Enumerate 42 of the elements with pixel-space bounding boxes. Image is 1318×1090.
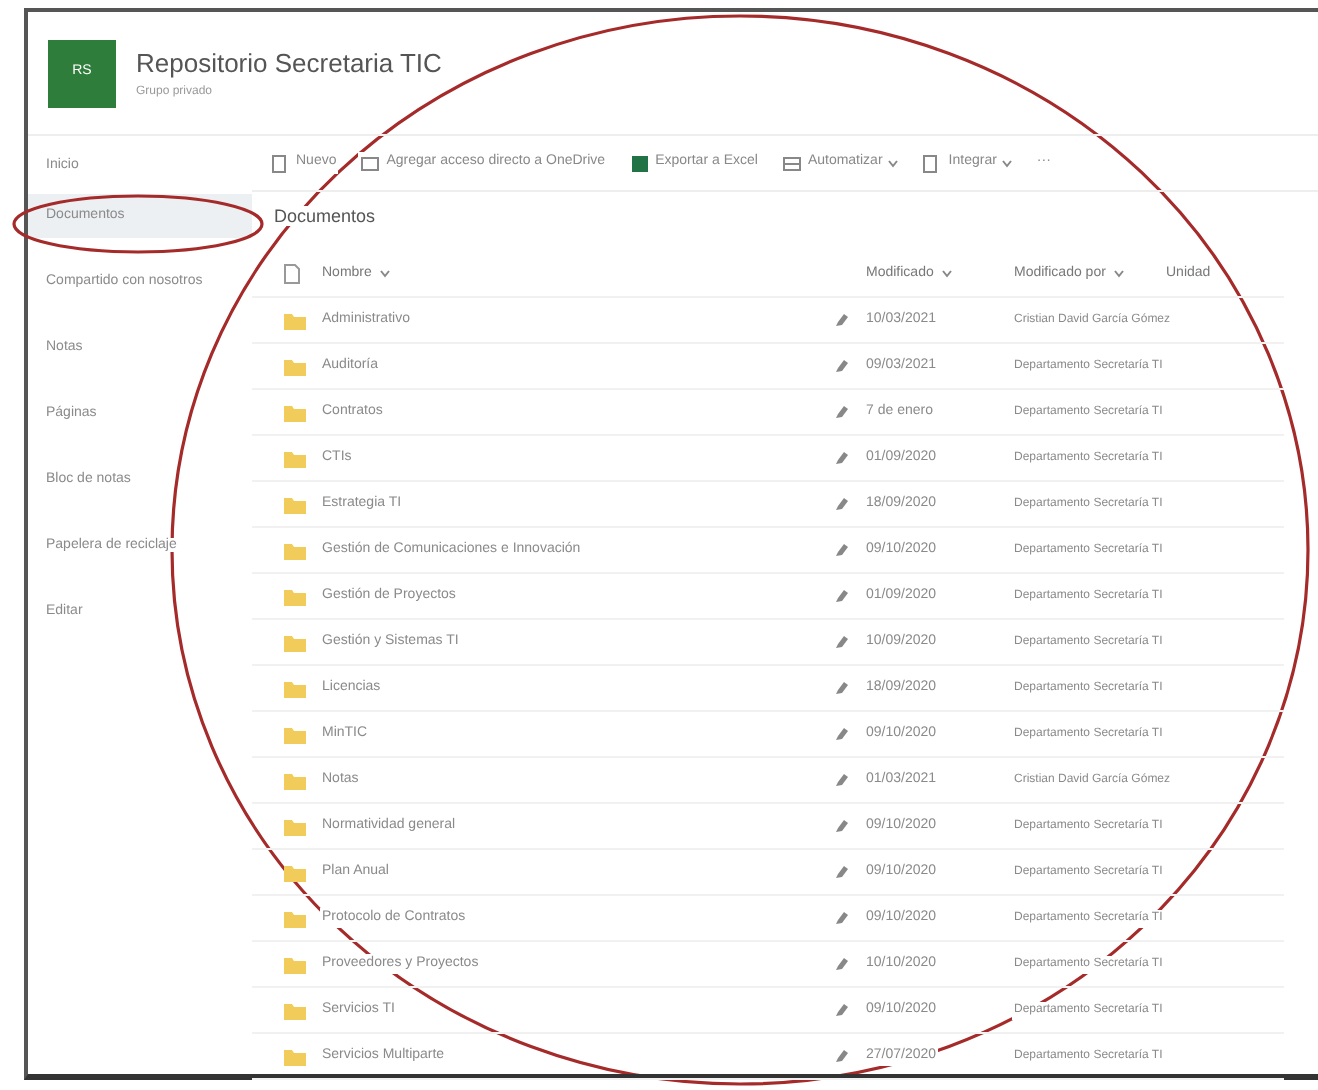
folder-icon: [284, 817, 306, 835]
site-title[interactable]: Repositorio Secretaria TIC: [136, 44, 442, 84]
library-title: Documentos: [272, 206, 378, 226]
folder-icon: [284, 403, 306, 421]
pencil-icon: [836, 544, 848, 556]
pencil-icon: [836, 682, 848, 694]
pencil-icon: [836, 1050, 848, 1062]
pencil-icon: [836, 406, 848, 418]
folder-icon: [284, 541, 306, 559]
pencil-icon: [836, 912, 848, 924]
folder-icon: [284, 1047, 306, 1065]
file-type-icon: [284, 264, 300, 284]
pencil-icon: [836, 1004, 848, 1016]
flow-icon: [781, 153, 802, 173]
folder-icon: [284, 955, 306, 973]
shortcut-icon: [360, 153, 381, 173]
spreadsheet-icon: [629, 153, 650, 173]
pencil-icon: [836, 360, 848, 372]
folder-icon: [284, 909, 306, 927]
document-icon: [270, 153, 290, 173]
pencil-icon: [836, 820, 848, 832]
pencil-icon: [836, 774, 848, 786]
folder-icon: [284, 679, 306, 697]
pencil-icon: [836, 728, 848, 740]
pencil-icon: [836, 452, 848, 464]
pencil-icon: [836, 636, 848, 648]
folder-icon: [284, 449, 306, 467]
folder-icon: [284, 587, 306, 605]
folder-icon: [284, 495, 306, 513]
folder-icon: [284, 771, 306, 789]
pencil-icon: [836, 590, 848, 602]
pencil-icon: [836, 498, 848, 510]
folder-icon: [284, 633, 306, 651]
integrate-icon: [922, 153, 943, 173]
pencil-icon: [836, 314, 848, 326]
folder-icon: [284, 863, 306, 881]
pencil-icon: [836, 866, 848, 878]
folder-icon: [284, 725, 306, 743]
pencil-icon: [836, 958, 848, 970]
folder-icon: [284, 311, 306, 329]
folder-icon: [284, 357, 306, 375]
folder-icon: [284, 1001, 306, 1019]
